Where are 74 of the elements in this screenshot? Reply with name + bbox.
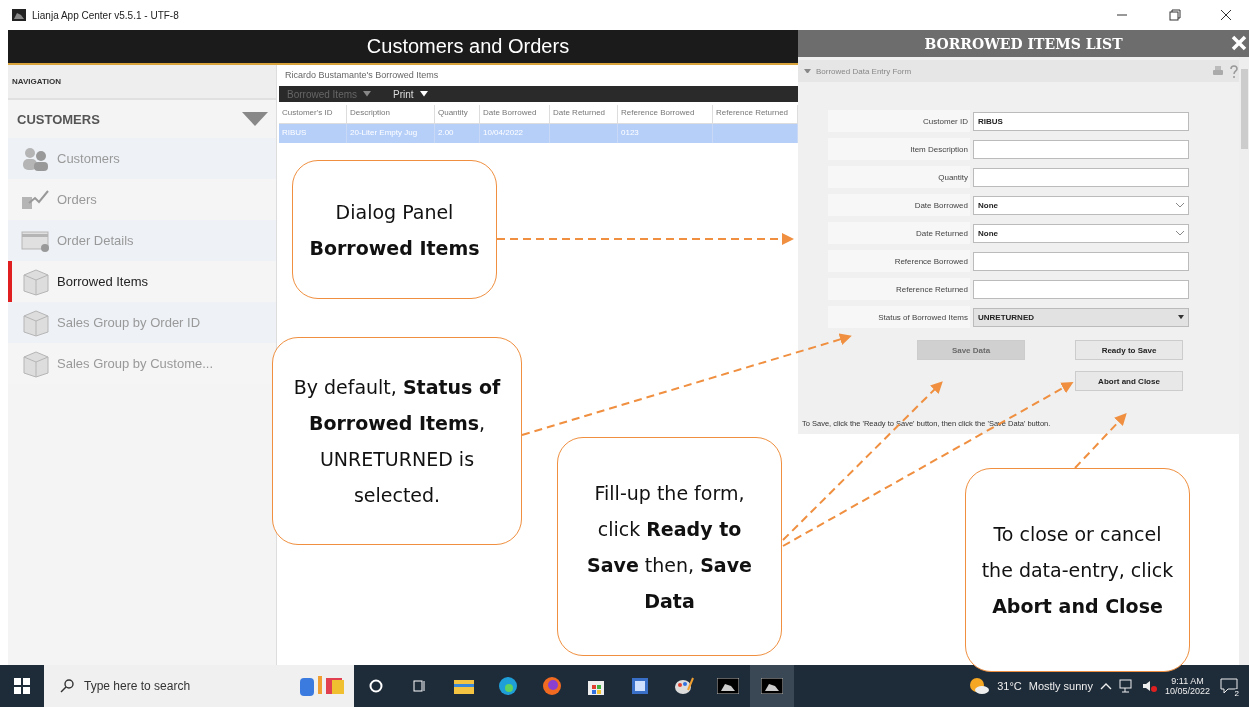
window-title: Lianja App Center v5.5.1 - UTF-8 (32, 9, 180, 21)
field-label: Item Description (828, 138, 970, 160)
chat-icon (1220, 678, 1238, 694)
field-label: Status of Borrowed Items (828, 306, 970, 328)
nav-item[interactable]: Sales Group by Order ID (8, 302, 276, 343)
callout-text: Dialog Panel Borrowed Items (309, 199, 480, 261)
nav-item[interactable]: Order Details (8, 220, 276, 261)
temperature-text: 31°C (997, 680, 1022, 692)
text-field[interactable] (973, 167, 1189, 187)
folder-icon (454, 678, 474, 694)
caret-icon (1178, 314, 1184, 320)
caret-icon (363, 91, 372, 97)
menu-button[interactable]: Print (393, 88, 428, 100)
weather-text: Mostly sunny (1028, 680, 1093, 692)
network-icon[interactable] (1118, 679, 1135, 693)
text-field[interactable] (973, 139, 1189, 159)
navigation-heading: NAVIGATION (12, 77, 62, 86)
search-icon (60, 679, 74, 693)
table-cell: 0123 (618, 124, 713, 143)
caret-icon (242, 112, 268, 126)
paint-icon (674, 676, 694, 696)
field-label: Date Returned (828, 222, 970, 244)
panel-caption: Ricardo Bustamante's Borrowed Items (284, 70, 440, 82)
field-label: Quantity (828, 166, 970, 188)
status-dropdown[interactable]: UNRETURNED (973, 307, 1189, 327)
circle-icon (369, 679, 383, 693)
text-field[interactable] (973, 251, 1189, 271)
caret-icon (419, 91, 428, 97)
field-label: Customer ID (828, 110, 970, 132)
search-field[interactable]: Type here to search (44, 665, 354, 707)
nav-item[interactable]: Customers (8, 138, 276, 179)
caret-icon (804, 68, 811, 74)
taskbar-app[interactable] (750, 665, 794, 707)
browser-icon (542, 676, 562, 696)
box-icon (21, 307, 51, 338)
app-logo-icon (12, 9, 26, 21)
text-field[interactable] (973, 279, 1189, 299)
chevron-up-icon[interactable] (1099, 682, 1112, 690)
clock[interactable]: 9:11 AM 10/05/2022 (1164, 676, 1210, 696)
people-icon (21, 145, 51, 172)
form-button[interactable]: Abort and Close (1075, 371, 1183, 391)
app-window-icon (761, 678, 783, 694)
callout-text: Fill-up the form, click Ready to Save then, Save Data (586, 480, 753, 614)
box-icon (21, 348, 51, 379)
chevron-down-icon (1176, 202, 1184, 208)
section-title: Borrowed Data Entry Form (816, 66, 913, 76)
callout-text: By default, Status of Borrowed Items, UNRETURNED is selected. (292, 375, 502, 508)
windows-icon (14, 678, 30, 694)
notification-count: 2 (1232, 689, 1241, 698)
callout-text: To close or cancel the data-entry, click Abort and Close (980, 522, 1175, 619)
notification-button[interactable]: 2 (1217, 674, 1241, 698)
browser-icon (498, 676, 518, 696)
speaker-muted-icon[interactable] (1141, 679, 1158, 693)
task-view-icon (413, 679, 427, 693)
field-label: Reference Returned (828, 278, 970, 300)
chevron-down-icon (1176, 230, 1184, 236)
form-button[interactable]: Ready to Save (1075, 340, 1183, 360)
app-window-icon (717, 678, 739, 694)
document-icon (630, 676, 650, 696)
dialog-title: BORROWED ITEMS LIST (924, 35, 1123, 52)
box-icon (21, 266, 51, 297)
table-cell (550, 124, 618, 143)
weather-icon (968, 677, 991, 695)
text-field[interactable]: RIBUS (973, 111, 1189, 131)
date-dropdown[interactable]: None (973, 195, 1189, 215)
table-cell: RIBUS (279, 124, 347, 143)
date-text: 10/05/2022 (1164, 686, 1210, 696)
section-header[interactable]: CUSTOMERS (8, 100, 276, 138)
table-cell: 10/04/2022 (480, 124, 550, 143)
time-text: 9:11 AM (1171, 676, 1204, 686)
date-dropdown[interactable]: None (973, 223, 1189, 243)
app-title: Customers and Orders (366, 35, 570, 58)
field-label: Date Borrowed (828, 194, 970, 216)
field-label: Reference Borrowed (828, 250, 970, 272)
